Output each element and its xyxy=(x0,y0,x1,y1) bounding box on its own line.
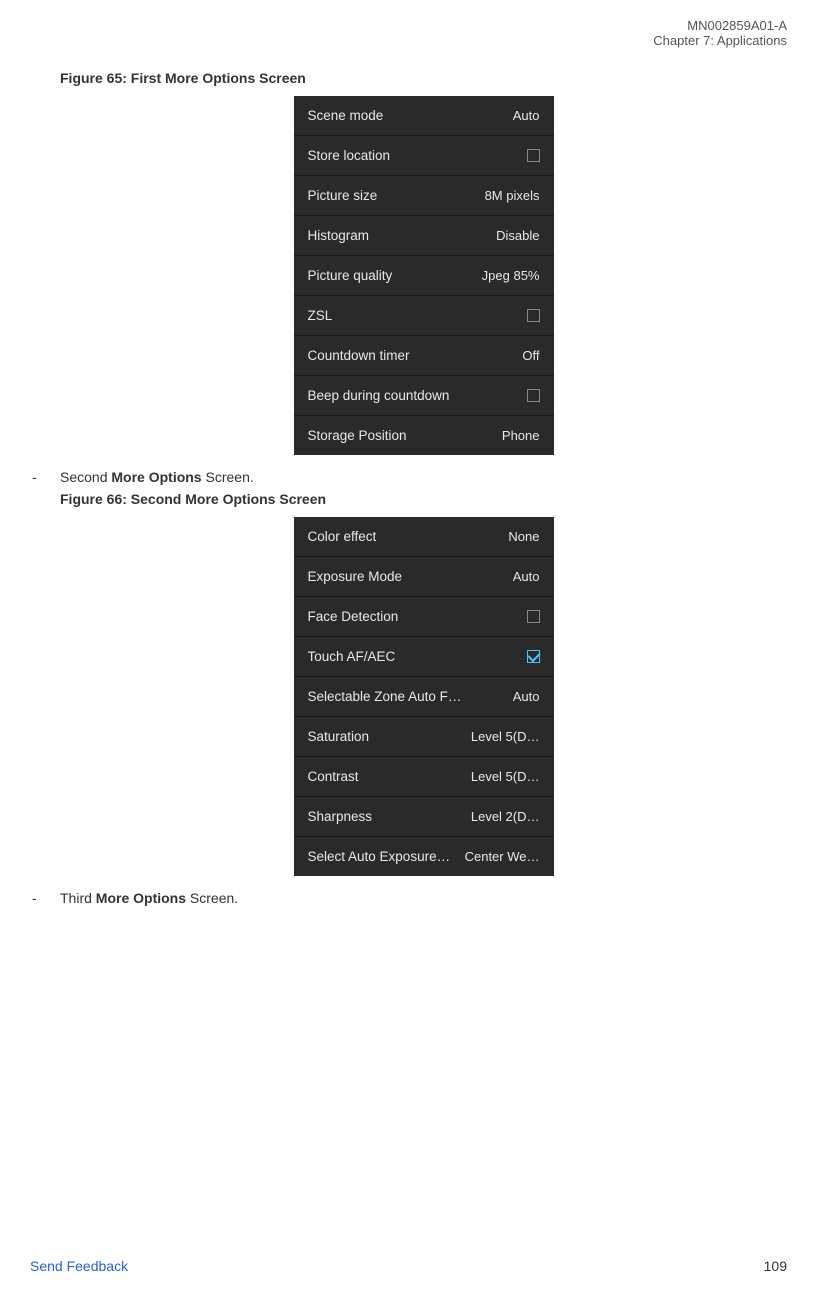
setting-value: None xyxy=(508,529,539,544)
bullet-suffix: Screen. xyxy=(186,890,238,906)
setting-row[interactable]: Histogram Disable xyxy=(294,216,554,256)
bullet-text: Third More Options Screen. xyxy=(60,890,238,906)
setting-label: Picture quality xyxy=(308,268,393,283)
setting-label: Scene mode xyxy=(308,108,384,123)
setting-row[interactable]: Storage Position Phone xyxy=(294,416,554,455)
bullet-text: Second More Options Screen. xyxy=(60,469,254,485)
setting-label: Picture size xyxy=(308,188,378,203)
setting-value: Phone xyxy=(502,428,540,443)
setting-label: Select Auto Exposure… xyxy=(308,849,451,864)
bullet-third-more-options: - Third More Options Screen. xyxy=(32,890,787,906)
bullet-bold: More Options xyxy=(96,890,186,906)
setting-row[interactable]: Store location xyxy=(294,136,554,176)
figure-66-caption: Figure 66: Second More Options Screen xyxy=(60,491,787,507)
checkbox-icon[interactable] xyxy=(527,610,540,623)
setting-label: Histogram xyxy=(308,228,370,243)
checkbox-icon[interactable] xyxy=(527,650,540,663)
setting-label: Face Detection xyxy=(308,609,399,624)
setting-label: Sharpness xyxy=(308,809,373,824)
setting-row[interactable]: ZSL xyxy=(294,296,554,336)
setting-label: Storage Position xyxy=(308,428,407,443)
setting-row[interactable]: Selectable Zone Auto F… Auto xyxy=(294,677,554,717)
bullet-prefix: Second xyxy=(60,469,111,485)
chapter-label: Chapter 7: Applications xyxy=(653,33,787,48)
page-number: 109 xyxy=(764,1258,787,1274)
setting-row[interactable]: Saturation Level 5(D… xyxy=(294,717,554,757)
setting-label: Color effect xyxy=(308,529,377,544)
setting-value: Jpeg 85% xyxy=(482,268,540,283)
figure-65-screenshot: Scene mode Auto Store location Picture size… xyxy=(294,96,554,455)
page-footer: Send Feedback 109 xyxy=(30,1258,787,1274)
setting-label: Store location xyxy=(308,148,391,163)
setting-value: Disable xyxy=(496,228,539,243)
setting-row[interactable]: Picture size 8M pixels xyxy=(294,176,554,216)
setting-label: Beep during countdown xyxy=(308,388,450,403)
setting-row[interactable]: Scene mode Auto xyxy=(294,96,554,136)
setting-value: Level 5(D… xyxy=(471,729,540,744)
setting-value: Off xyxy=(522,348,539,363)
setting-value: Level 5(D… xyxy=(471,769,540,784)
setting-label: Countdown timer xyxy=(308,348,410,363)
figure-66-screenshot: Color effect None Exposure Mode Auto Face De… xyxy=(294,517,554,876)
setting-label: Exposure Mode xyxy=(308,569,403,584)
bullet-suffix: Screen. xyxy=(202,469,254,485)
bullet-bold: More Options xyxy=(111,469,201,485)
doc-id: MN002859A01-A xyxy=(653,18,787,33)
setting-row[interactable]: Countdown timer Off xyxy=(294,336,554,376)
setting-row[interactable]: Contrast Level 5(D… xyxy=(294,757,554,797)
bullet-dash: - xyxy=(32,469,60,485)
setting-label: ZSL xyxy=(308,308,333,323)
checkbox-icon[interactable] xyxy=(527,309,540,322)
figure-65-caption: Figure 65: First More Options Screen xyxy=(60,70,787,86)
setting-row[interactable]: Exposure Mode Auto xyxy=(294,557,554,597)
checkbox-icon[interactable] xyxy=(527,389,540,402)
setting-row[interactable]: Color effect None xyxy=(294,517,554,557)
setting-row[interactable]: Beep during countdown xyxy=(294,376,554,416)
setting-value: Auto xyxy=(513,108,540,123)
setting-label: Contrast xyxy=(308,769,359,784)
setting-value: Level 2(D… xyxy=(471,809,540,824)
checkbox-icon[interactable] xyxy=(527,149,540,162)
setting-label: Selectable Zone Auto F… xyxy=(308,689,462,704)
page-header: MN002859A01-A Chapter 7: Applications xyxy=(653,18,787,48)
setting-value: Auto xyxy=(513,689,540,704)
content-area: Figure 65: First More Options Screen Sce… xyxy=(60,70,787,912)
setting-label: Touch AF/AEC xyxy=(308,649,396,664)
setting-label: Saturation xyxy=(308,729,370,744)
setting-value: 8M pixels xyxy=(485,188,540,203)
bullet-dash: - xyxy=(32,890,60,906)
setting-value: Auto xyxy=(513,569,540,584)
bullet-second-more-options: - Second More Options Screen. xyxy=(32,469,787,485)
setting-row[interactable]: Picture quality Jpeg 85% xyxy=(294,256,554,296)
setting-row[interactable]: Sharpness Level 2(D… xyxy=(294,797,554,837)
bullet-prefix: Third xyxy=(60,890,96,906)
setting-row[interactable]: Touch AF/AEC xyxy=(294,637,554,677)
send-feedback-link[interactable]: Send Feedback xyxy=(30,1258,128,1274)
setting-row[interactable]: Select Auto Exposure… Center We… xyxy=(294,837,554,876)
setting-row[interactable]: Face Detection xyxy=(294,597,554,637)
setting-value: Center We… xyxy=(465,849,540,864)
